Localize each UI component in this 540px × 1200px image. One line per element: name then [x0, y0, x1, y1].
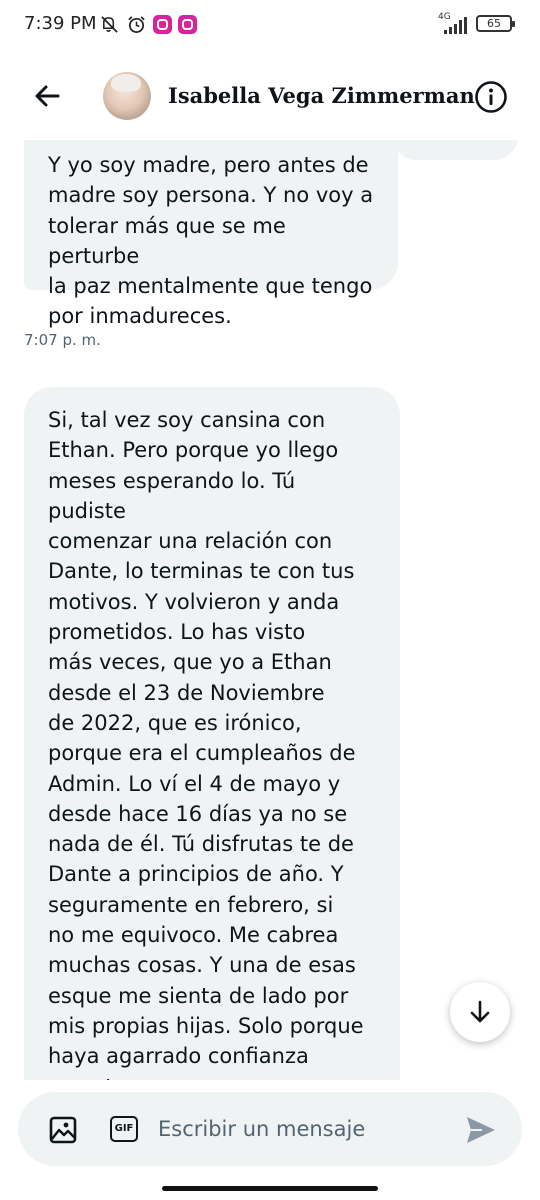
arrow-left-icon[interactable] [28, 76, 68, 116]
send-icon[interactable] [464, 1113, 498, 1147]
alarm-icon [128, 16, 145, 33]
signal-icon [444, 17, 467, 34]
instagram-icon [178, 15, 197, 34]
avatar[interactable] [103, 72, 151, 120]
image-icon[interactable] [49, 1116, 77, 1144]
home-indicator[interactable] [162, 1186, 378, 1191]
arrow-down-icon [470, 1000, 490, 1023]
status-time: 7:39 PM [24, 13, 97, 34]
status-bar: 7:39 PM 4G 65 [0, 0, 540, 52]
message-timestamp: 7:07 p. m. [24, 331, 101, 349]
mute-icon [101, 16, 118, 33]
message-bubble[interactable]: Y yo soy madre, pero antes de madre soy … [24, 140, 398, 328]
message-bubble[interactable]: Si, tal vez soy cansina con Ethan. Pero … [24, 387, 400, 1080]
scroll-to-bottom-button[interactable] [450, 982, 510, 1042]
message-text: Si, tal vez soy cansina con Ethan. Pero … [48, 408, 364, 1080]
message-input[interactable] [158, 1112, 458, 1146]
gif-icon[interactable]: GIF [110, 1116, 138, 1142]
battery-icon: 65 [476, 15, 515, 32]
contact-name[interactable]: Isabella Vega Zimmerman [168, 83, 475, 108]
conversation-header: Isabella Vega Zimmerman [0, 52, 540, 140]
message-text: Y yo soy madre, pero antes de madre soy … [48, 153, 374, 329]
message-list[interactable]: Y yo soy madre, pero antes de madre soy … [0, 140, 540, 1080]
message-composer: GIF [18, 1092, 522, 1166]
instagram-icon [153, 15, 172, 34]
message-bubble-outgoing [392, 140, 518, 160]
info-icon[interactable] [474, 80, 508, 114]
